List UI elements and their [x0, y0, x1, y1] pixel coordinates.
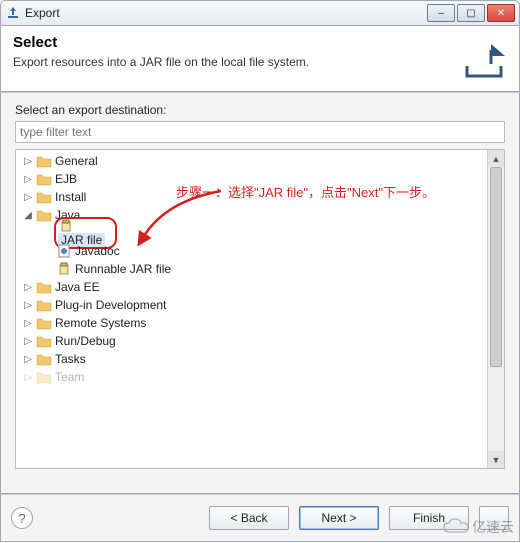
tree-item-label: Plug-in Development	[55, 298, 166, 312]
folder-icon	[36, 172, 52, 186]
dialog-body: Select an export destination: ▷ General ▷ E…	[0, 92, 520, 494]
back-button[interactable]: < Back	[209, 506, 289, 530]
folder-icon	[36, 352, 52, 366]
folder-icon	[36, 316, 52, 330]
watermark: 亿速云	[442, 517, 514, 537]
tree-item-label: Run/Debug	[55, 334, 116, 348]
tree-item[interactable]: ▷ Plug-in Development	[16, 296, 504, 314]
tree-item-label: Runnable JAR file	[75, 262, 171, 276]
minimize-button[interactable]: –	[427, 4, 455, 22]
tree-item-label: Java EE	[55, 280, 100, 294]
expand-icon[interactable]: ▷	[22, 336, 34, 347]
expand-icon[interactable]: ▷	[22, 174, 34, 185]
folder-icon	[36, 370, 52, 384]
tree-item[interactable]: ▷ Java EE	[16, 278, 504, 296]
tree-item[interactable]: ▷ Run/Debug	[16, 332, 504, 350]
destination-label: Select an export destination:	[15, 103, 505, 117]
tree-item-label: Javadoc	[75, 244, 120, 258]
next-button[interactable]: Next >	[299, 506, 379, 530]
maximize-button[interactable]: ▢	[457, 4, 485, 22]
scroll-down-icon[interactable]: ▼	[488, 451, 504, 468]
help-button[interactable]: ?	[11, 507, 33, 529]
tree-item[interactable]: Javadoc	[16, 242, 504, 260]
tree-item[interactable]: ▷ Remote Systems	[16, 314, 504, 332]
tree-item-label: EJB	[55, 172, 77, 186]
tree-item-label: Remote Systems	[55, 316, 146, 330]
window-title: Export	[25, 6, 427, 20]
banner-heading: Select	[13, 34, 507, 51]
scrollbar[interactable]: ▲ ▼	[487, 150, 504, 468]
expand-icon[interactable]: ▷	[22, 282, 34, 293]
titlebar: Export – ▢ ✕	[0, 0, 520, 26]
folder-icon	[36, 334, 52, 348]
banner-subtext: Export resources into a JAR file on the …	[13, 55, 507, 69]
tree-view[interactable]: ▷General▷EJB▷Install◢JavaJAR fileJavadoc…	[15, 149, 505, 469]
expand-icon[interactable]: ▷	[22, 156, 34, 167]
expand-icon[interactable]: ▷	[22, 300, 34, 311]
tree-item[interactable]: ▷ General	[16, 152, 504, 170]
folder-icon	[36, 190, 52, 204]
tree-item[interactable]: ▷ Tasks	[16, 350, 504, 368]
folder-icon	[36, 154, 52, 168]
tree-item-label: Tasks	[55, 352, 86, 366]
tree-item[interactable]: JAR file	[16, 224, 504, 242]
expand-icon[interactable]: ▷	[22, 354, 34, 365]
tree-item-label: Team	[55, 370, 84, 384]
expand-icon[interactable]: ◢	[22, 210, 34, 221]
export-icon	[5, 5, 21, 21]
folder-icon	[36, 208, 52, 222]
scroll-up-icon[interactable]: ▲	[488, 150, 504, 167]
tree-item[interactable]: Runnable JAR file	[16, 260, 504, 278]
expand-icon[interactable]: ▷	[22, 192, 34, 203]
tree-item[interactable]: ▷ Team	[16, 368, 504, 386]
filter-input[interactable]	[15, 121, 505, 143]
jar-icon	[58, 219, 74, 233]
tree-item-label: Install	[55, 190, 86, 204]
expand-icon[interactable]: ▷	[22, 318, 34, 329]
file-icon	[56, 262, 72, 276]
file-icon	[56, 244, 72, 258]
expand-icon[interactable]: ▷	[22, 372, 34, 383]
folder-icon	[36, 298, 52, 312]
banner: Select Export resources into a JAR file …	[0, 26, 520, 92]
scroll-thumb[interactable]	[490, 167, 502, 367]
close-button[interactable]: ✕	[487, 4, 515, 22]
annotation-text: 步骤一：选择"JAR file"，点击"Next"下一步。	[176, 182, 435, 201]
folder-icon	[36, 280, 52, 294]
export-large-icon	[461, 36, 507, 82]
tree-item-label: General	[55, 154, 98, 168]
